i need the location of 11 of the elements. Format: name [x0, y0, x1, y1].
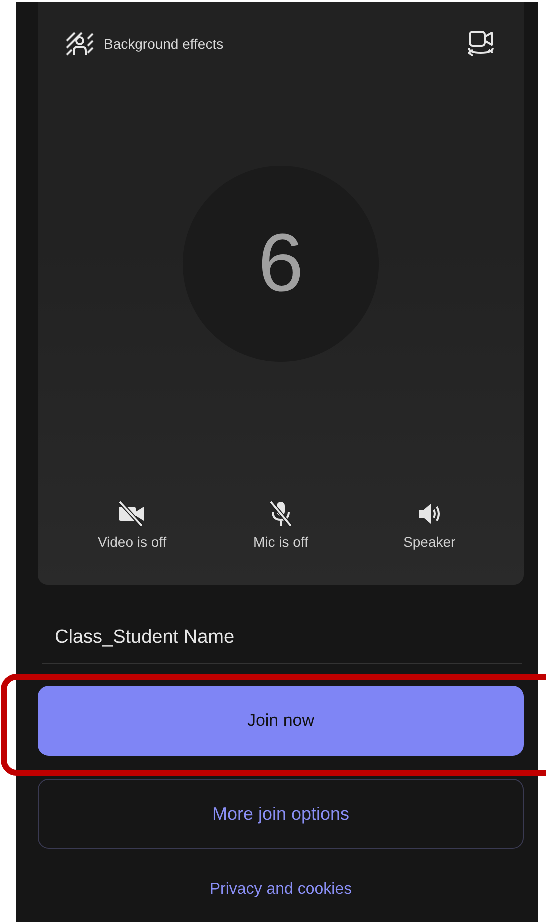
join-now-button[interactable]: Join now	[38, 686, 524, 756]
switch-camera-icon[interactable]	[466, 30, 496, 58]
person-background-icon	[66, 32, 94, 56]
device-toggle[interactable]: Mic is off	[226, 500, 336, 550]
countdown-number: 6	[258, 217, 304, 311]
more-join-options-button[interactable]: More join options	[38, 779, 524, 849]
privacy-link[interactable]: Privacy and cookies	[210, 881, 352, 899]
name-field[interactable]: Class_Student Name	[42, 621, 522, 664]
device-toggle[interactable]: Video is off	[77, 500, 188, 550]
device-toggle[interactable]: Speaker	[374, 500, 485, 550]
background-effects-button[interactable]: Background effects	[66, 32, 224, 56]
